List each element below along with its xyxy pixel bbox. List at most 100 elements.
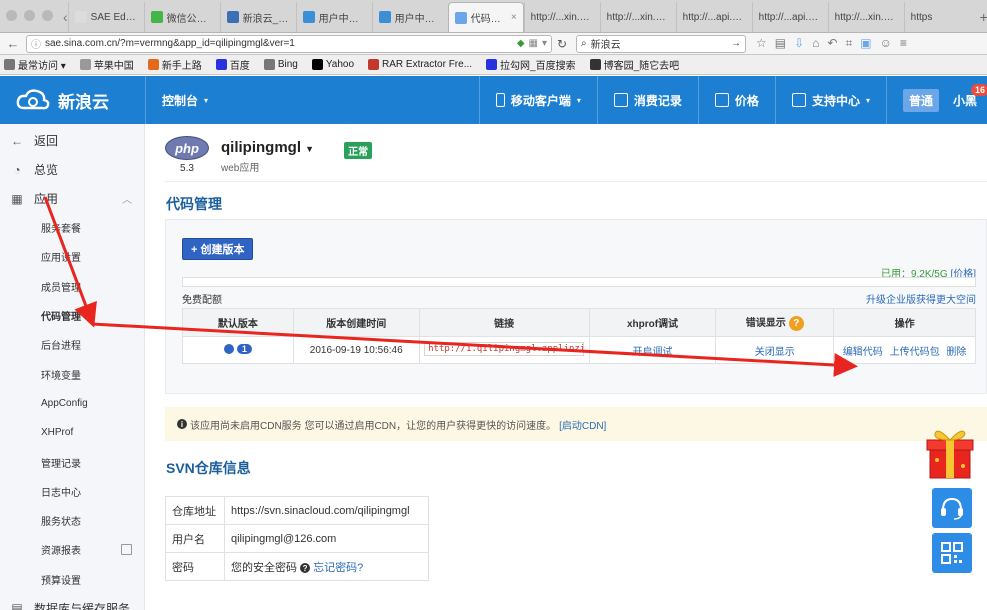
- sidebar-app[interactable]: ▦ 应用 ︿: [0, 184, 144, 213]
- crop-icon[interactable]: ⌗: [845, 36, 852, 51]
- sidebar-item[interactable]: XHProf: [0, 418, 144, 447]
- minimize-window-icon[interactable]: [24, 10, 35, 21]
- new-tab-icon[interactable]: +: [980, 2, 987, 32]
- browser-tab[interactable]: SAE Editor: [67, 2, 144, 32]
- info-icon[interactable]: ⓘ: [31, 36, 41, 51]
- dropdown-icon[interactable]: ▾: [542, 38, 547, 49]
- qr-code-button[interactable]: [932, 533, 972, 573]
- bookmark-item[interactable]: 最常访问 ▾: [4, 57, 66, 72]
- user-menu[interactable]: 普通 小黑 16: [885, 76, 987, 124]
- sidebar-item[interactable]: 代码管理: [0, 301, 144, 330]
- browser-tab[interactable]: http://...api.php: [751, 2, 828, 32]
- edit-code-link[interactable]: 编辑代码: [843, 347, 883, 358]
- browser-tab[interactable]: 用户中心 ...: [371, 2, 448, 32]
- sidebar-item[interactable]: 资源报表: [0, 535, 144, 564]
- bookmark-item[interactable]: 新手上路: [147, 57, 202, 72]
- sidebar-item[interactable]: 成员管理: [0, 272, 144, 301]
- close-window-icon[interactable]: [6, 10, 17, 21]
- browser-tab[interactable]: http://...api.php: [675, 2, 752, 32]
- browser-tab[interactable]: http://...xin.php: [523, 2, 600, 32]
- sidebar-item[interactable]: 日志中心: [0, 477, 144, 506]
- extension-icon[interactable]: ▣: [860, 36, 871, 51]
- browser-tab[interactable]: 微信公众...: [143, 2, 220, 32]
- user-name[interactable]: 小黑 16: [945, 83, 987, 109]
- reading-list-icon[interactable]: ▤: [775, 36, 786, 51]
- sidebar-item-label: AppConfig: [41, 397, 88, 409]
- forgot-password-link[interactable]: 忘记密码?: [313, 562, 363, 574]
- database-icon: ▤: [11, 601, 23, 610]
- operations-cell: 编辑代码 上传代码包 删除: [833, 336, 976, 364]
- upload-package-link[interactable]: 上传代码包: [890, 347, 940, 358]
- sidebar-database[interactable]: ▤ 数据库与缓存服务: [0, 594, 144, 610]
- zoom-window-icon[interactable]: [42, 10, 53, 21]
- sidebar-item[interactable]: 管理记录: [0, 447, 144, 476]
- download-icon[interactable]: ⇩: [794, 36, 804, 51]
- support-menu[interactable]: 支持中心 ▾: [774, 76, 886, 124]
- price-link[interactable]: 价格: [697, 76, 775, 124]
- sidebar-item[interactable]: 预算设置: [0, 565, 144, 594]
- close-tab-icon[interactable]: ×: [511, 12, 517, 23]
- site-logo[interactable]: 新浪云: [0, 88, 145, 113]
- dashboard-icon: ◔: [13, 162, 21, 177]
- undo-icon[interactable]: ↶: [827, 36, 837, 51]
- home-icon[interactable]: ⌂: [812, 36, 819, 51]
- qr-icon[interactable]: ▦: [529, 38, 538, 49]
- url-text[interactable]: sae.sina.com.cn/?m=vermng&app_id=qilipin…: [45, 38, 513, 49]
- help-icon[interactable]: ?: [788, 315, 804, 331]
- svn-repo-url[interactable]: https://svn.sinacloud.com/qilipingmgl: [224, 496, 429, 525]
- browser-tab[interactable]: 新浪云_百...: [219, 2, 296, 32]
- bookmark-favicon-icon: [147, 59, 159, 70]
- sidebar-item[interactable]: 服务状态: [0, 506, 144, 535]
- bookmark-item[interactable]: 苹果中国: [79, 57, 134, 72]
- delete-link[interactable]: 删除: [946, 347, 966, 358]
- sidebar-item[interactable]: AppConfig: [0, 389, 144, 418]
- enable-cdn-link[interactable]: [启动CDN]: [559, 417, 606, 432]
- sidebar-item[interactable]: 后台进程: [0, 330, 144, 359]
- bookmark-item[interactable]: 百度: [215, 57, 250, 72]
- search-query[interactable]: 新浪云: [591, 36, 727, 51]
- browser-tab[interactable]: 用户中心 ...: [295, 2, 372, 32]
- bookmark-label: RAR Extractor Fre...: [382, 59, 473, 70]
- error-display-toggle-link[interactable]: 关闭显示: [755, 347, 795, 358]
- search-go-icon[interactable]: →: [731, 38, 741, 49]
- browser-tab[interactable]: http://...xin.php: [599, 2, 676, 32]
- back-arrow-icon[interactable]: ←: [0, 36, 26, 51]
- account-icon[interactable]: ☺: [880, 36, 892, 51]
- sidebar-item[interactable]: 应用设置: [0, 242, 144, 271]
- default-version-badge[interactable]: 1: [223, 343, 252, 354]
- bookmark-item[interactable]: Yahoo: [311, 59, 354, 70]
- svn-username[interactable]: qilipingmgl@126.com: [224, 524, 429, 553]
- create-version-button[interactable]: + 创建版本: [182, 238, 254, 260]
- bookmark-item[interactable]: Bing: [263, 59, 298, 70]
- sidebar-item[interactable]: 环境变量: [0, 359, 144, 388]
- console-menu[interactable]: 控制台 ▾: [145, 76, 224, 124]
- app-name-selector[interactable]: qilipingmgl ▼: [221, 139, 314, 156]
- reload-icon[interactable]: ↻: [552, 37, 572, 51]
- help-icon[interactable]: ?: [300, 563, 311, 573]
- browser-tab[interactable]: 代码管... ×: [447, 2, 524, 32]
- notification-count[interactable]: 16: [970, 83, 987, 96]
- version-link-field[interactable]: http://1.qilipingmgl.applinzi.com: [424, 341, 585, 356]
- support-label: 支持中心: [811, 93, 860, 108]
- bookmark-item[interactable]: 拉勾网_百度搜索: [486, 57, 576, 72]
- app-header-info: php 5.3 qilipingmgl ▼ web应用 正常: [165, 136, 373, 174]
- sidebar-back[interactable]: ← 返回: [0, 126, 144, 155]
- mobile-client-menu[interactable]: 移动客户端 ▾: [478, 76, 597, 124]
- star-icon[interactable]: ☆: [756, 36, 767, 51]
- billing-link[interactable]: 消费记录: [596, 76, 698, 124]
- menu-icon[interactable]: ≡: [900, 36, 907, 51]
- url-bar[interactable]: ⓘ sae.sina.com.cn/?m=vermng&app_id=qilip…: [26, 34, 552, 53]
- gift-icon[interactable]: [925, 424, 975, 480]
- browser-tab[interactable]: http://...xin.php: [827, 2, 904, 32]
- browser-tab[interactable]: https: [903, 2, 980, 32]
- bookmark-item[interactable]: RAR Extractor Fre...: [368, 59, 472, 70]
- bookmark-item[interactable]: 博客园_随它去吧: [589, 57, 679, 72]
- radio-icon[interactable]: [223, 343, 234, 354]
- sidebar-overview[interactable]: ◔ 总览: [0, 155, 144, 184]
- search-input[interactable]: ⌕ 新浪云 →: [576, 34, 746, 53]
- customer-service-button[interactable]: [932, 488, 972, 528]
- sidebar-item[interactable]: 服务套餐: [0, 213, 144, 242]
- upgrade-link[interactable]: 升级企业版获得更大空间: [866, 291, 976, 306]
- xhprof-toggle-link[interactable]: 开启调试: [633, 347, 673, 358]
- shield-icon[interactable]: ◆: [517, 38, 525, 49]
